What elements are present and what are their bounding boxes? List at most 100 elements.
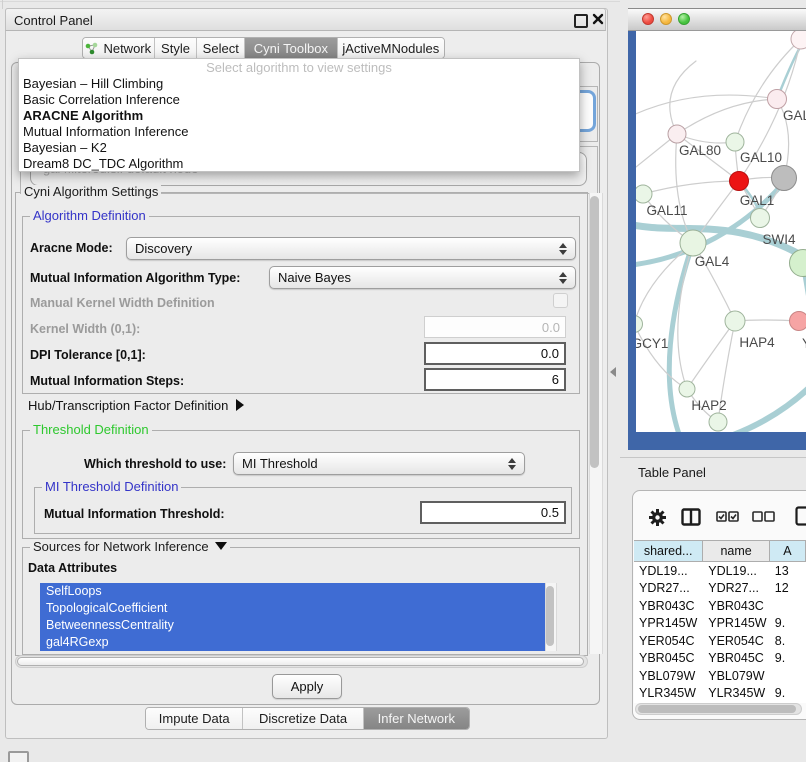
split-divider-collapse-icon[interactable] bbox=[610, 367, 616, 377]
tab-jactivemnodules[interactable]: jActiveMNodules bbox=[337, 38, 444, 58]
table-cell: YBL079W bbox=[634, 667, 703, 685]
dropdown-item[interactable]: Dream8 DC_TDC Algorithm bbox=[19, 156, 579, 172]
dropdown-item[interactable]: Basic Correlation Inference bbox=[19, 92, 579, 108]
gear-icon[interactable] bbox=[648, 508, 667, 527]
node-gal11[interactable] bbox=[636, 185, 652, 203]
table-row[interactable]: YDR27...YDR27...12 bbox=[634, 580, 806, 598]
table-row[interactable]: YBR045CYBR045C9. bbox=[634, 650, 806, 668]
close-traffic-light[interactable] bbox=[642, 13, 654, 25]
node-gal4[interactable] bbox=[680, 230, 706, 256]
table-row[interactable]: YBL079WYBL079W bbox=[634, 667, 806, 685]
node-label: Y bbox=[802, 336, 806, 351]
tab-label: Discretize Data bbox=[259, 711, 347, 726]
table-cell: 13 bbox=[770, 562, 806, 580]
data-attributes-label: Data Attributes bbox=[28, 560, 117, 576]
aracne-mode-combo[interactable]: Discovery bbox=[126, 237, 576, 260]
dropdown-item[interactable]: Bayesian – Hill Climbing bbox=[19, 76, 579, 92]
node-gcy1[interactable] bbox=[636, 316, 643, 333]
table-column-header[interactable]: A bbox=[770, 540, 806, 562]
network-edge bbox=[735, 39, 801, 142]
table-column-header[interactable]: shared... bbox=[634, 540, 703, 562]
node-label: GAL4 bbox=[695, 254, 730, 269]
table-cell: 9. bbox=[770, 685, 806, 703]
mi-type-combo[interactable]: Naive Bayes bbox=[269, 266, 576, 289]
node-gal10[interactable] bbox=[726, 133, 744, 151]
algorithm-dropdown-popup: Select algorithm to view settings Bayesi… bbox=[18, 58, 580, 172]
network-edge bbox=[716, 383, 806, 432]
dropdown-item[interactable]: Mutual Information Inference bbox=[19, 124, 579, 140]
data-attribute-item[interactable]: gal4RGexp bbox=[40, 634, 545, 651]
tab-style[interactable]: Style bbox=[154, 38, 197, 58]
table-row[interactable]: YER054CYER054C8. bbox=[634, 632, 806, 650]
node-gal80[interactable] bbox=[668, 125, 686, 143]
tab-network[interactable]: Network bbox=[83, 38, 154, 58]
table-row[interactable]: YBR043CYBR043C bbox=[634, 597, 806, 615]
hub-definition-expander[interactable]: Hub/Transcription Factor Definition bbox=[28, 398, 244, 414]
show-columns-icon[interactable] bbox=[716, 511, 740, 523]
tab-impute-data[interactable]: Impute Data bbox=[146, 708, 242, 729]
table-row[interactable]: YLR345WYLR345W9. bbox=[634, 685, 806, 703]
minimize-traffic-light[interactable] bbox=[660, 13, 672, 25]
window-edge-tick bbox=[2, 0, 3, 9]
table-cell: YDL19... bbox=[634, 562, 703, 580]
which-threshold-combo[interactable]: MI Threshold bbox=[233, 452, 525, 475]
network-edge bbox=[636, 95, 777, 116]
sources-collapser[interactable]: Sources for Network Inference bbox=[30, 540, 230, 554]
tab-label: Select bbox=[203, 41, 239, 56]
table-row[interactable]: YDL19...YDL19...13 bbox=[634, 562, 806, 580]
node-gal-pink[interactable] bbox=[768, 90, 787, 109]
table-row[interactable]: YPR145WYPR145W9. bbox=[634, 615, 806, 633]
close-icon[interactable] bbox=[591, 12, 605, 26]
node-green-c[interactable] bbox=[709, 413, 727, 431]
sources-title: Sources for Network Inference bbox=[33, 539, 209, 554]
manual-kernel-label: Manual Kernel Width Definition bbox=[30, 295, 215, 311]
table-column-header[interactable]: name bbox=[703, 540, 770, 562]
settings-vertical-scrollbar-thumb[interactable] bbox=[590, 196, 599, 468]
node-gray[interactable] bbox=[772, 166, 797, 191]
node-green-b[interactable] bbox=[751, 209, 770, 228]
float-window-icon[interactable] bbox=[574, 14, 588, 28]
table-horizontal-scrollbar-thumb[interactable] bbox=[638, 705, 796, 713]
table-cell: YBL079W bbox=[703, 667, 770, 685]
stepper-icon bbox=[559, 243, 567, 255]
table-cell: YER054C bbox=[703, 632, 770, 650]
column-browser-icon[interactable] bbox=[681, 508, 701, 526]
tab-select[interactable]: Select bbox=[196, 38, 244, 58]
new-table-icon[interactable] bbox=[795, 506, 806, 526]
data-attribute-item[interactable]: BetweennessCentrality bbox=[40, 617, 545, 634]
hide-columns-icon[interactable] bbox=[752, 511, 776, 523]
tab-label: jActiveMNodules bbox=[342, 41, 439, 56]
network-window-titlebar[interactable] bbox=[628, 8, 806, 31]
network-edge bbox=[643, 181, 739, 194]
attributes-list-scrollbar-thumb[interactable] bbox=[546, 586, 554, 646]
stepper-icon bbox=[508, 458, 516, 470]
aracne-mode-label: Aracne Mode: bbox=[30, 240, 113, 256]
data-attribute-item[interactable]: TopologicalCoefficient bbox=[40, 600, 545, 617]
node-salmon[interactable] bbox=[790, 312, 806, 331]
data-attribute-item[interactable]: SelfLoops bbox=[40, 583, 545, 600]
mi-threshold-field[interactable]: 0.5 bbox=[420, 501, 566, 524]
settings-horizontal-scrollbar-thumb[interactable] bbox=[17, 657, 584, 666]
dropdown-item[interactable]: ARACNE Algorithm bbox=[19, 108, 579, 124]
network-canvas[interactable]: GALGAL80GAL10GAL1GAL11GAL4SWI4GCY1HAP4YH… bbox=[636, 31, 806, 432]
node-label: GCY1 bbox=[636, 336, 668, 351]
collapsed-panel-chip[interactable] bbox=[8, 751, 29, 762]
table-cell: YLR345W bbox=[634, 685, 703, 703]
dpi-tolerance-label: DPI Tolerance [0,1]: bbox=[30, 347, 146, 363]
dropdown-placeholder: Select algorithm to view settings bbox=[19, 59, 579, 76]
dpi-tolerance-field[interactable]: 0.0 bbox=[424, 342, 566, 365]
apply-button[interactable]: Apply bbox=[272, 674, 342, 699]
tab-discretize-data[interactable]: Discretize Data bbox=[242, 708, 362, 729]
node-red[interactable] bbox=[730, 172, 749, 191]
aracne-mode-value: Discovery bbox=[135, 241, 192, 256]
network-edge bbox=[636, 243, 693, 324]
mi-steps-field[interactable]: 6 bbox=[424, 368, 566, 391]
node-hap2[interactable] bbox=[679, 381, 695, 397]
tab-cyni-toolbox[interactable]: Cyni Toolbox bbox=[244, 38, 336, 58]
tab-infer-network[interactable]: Infer Network bbox=[363, 708, 469, 729]
stepper-icon bbox=[559, 272, 567, 284]
node-hap4[interactable] bbox=[725, 311, 745, 331]
zoom-traffic-light[interactable] bbox=[678, 13, 690, 25]
window-edge-line bbox=[0, 1, 620, 2]
dropdown-item[interactable]: Bayesian – K2 bbox=[19, 140, 579, 156]
